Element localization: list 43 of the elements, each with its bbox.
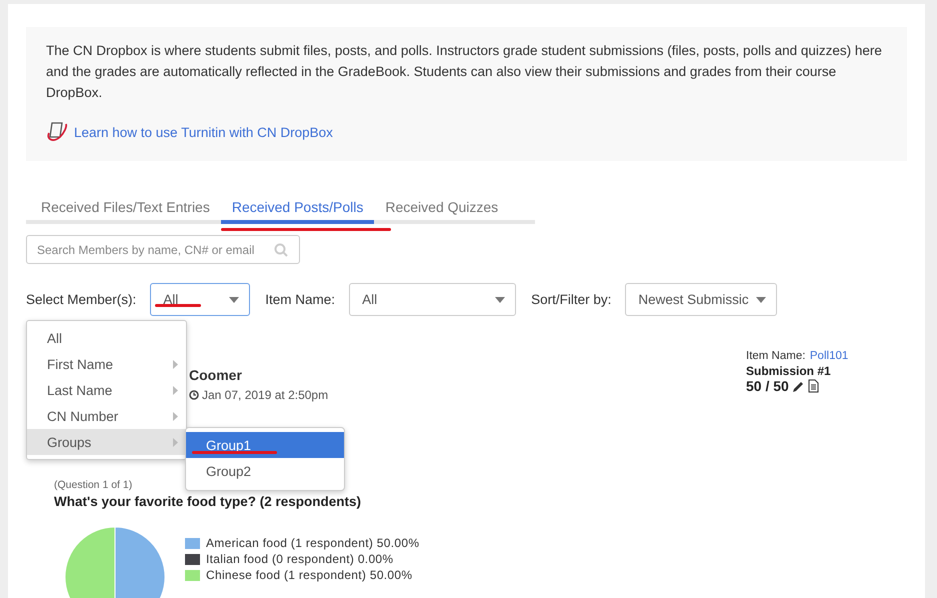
submenu-item[interactable]: Group1 — [186, 432, 344, 458]
search-icon — [274, 243, 288, 257]
submission-date: Jan 07, 2019 at 2:50pm — [202, 388, 328, 402]
question-title: What's your favorite food type? (2 respondents) — [54, 494, 362, 509]
menu-item[interactable]: First Name — [27, 351, 186, 377]
legend-label: Italian food (0 respondent) 0.00% — [206, 552, 394, 566]
filter-label: Sort/Filter by: — [531, 292, 612, 307]
member-name: Coomer — [189, 367, 243, 383]
legend-label: Chinese food (1 respondent) 50.00% — [206, 568, 412, 582]
pencil-icon[interactable] — [792, 380, 805, 392]
clock-icon — [189, 390, 199, 400]
question-counter: (Question 1 of 1) — [54, 479, 134, 491]
intro-text: The CN Dropbox is where students submit files, posts, and polls. Instructors grade student submissions (files, posts, polls and quizzes) here and the grades are automatically reflected in the GradeBook. Students can also view their submissions and grades from their course DropBox. — [46, 42, 883, 102]
caret-icon — [229, 296, 240, 302]
menu-item[interactable]: Last Name — [27, 377, 186, 403]
tab[interactable]: Received Posts/Polls — [220, 195, 374, 224]
turnitin-link[interactable]: Learn how to use Turnitin with CN DropBox — [74, 124, 333, 140]
caret-icon — [756, 296, 766, 302]
menu-item[interactable]: CN Number — [27, 403, 186, 429]
chevron-icon — [173, 386, 178, 394]
submission-number: Submission #1 — [746, 364, 832, 378]
filter-dropdown[interactable]: All — [150, 283, 250, 316]
chevron-icon — [173, 438, 178, 446]
filter-dropdown[interactable]: All — [349, 283, 516, 316]
underline-mark — [155, 304, 201, 307]
score: 50 / 50 — [746, 378, 789, 394]
search-field[interactable]: Search Members by name, CN# or email — [26, 235, 300, 264]
filter-dropdown[interactable]: Newest Submissic — [625, 283, 778, 316]
chevron-icon — [173, 360, 178, 368]
chevron-icon — [173, 412, 178, 420]
legend-label: American food (1 respondent) 50.00% — [206, 536, 420, 550]
menu-item[interactable]: All — [27, 325, 186, 351]
caret-icon — [495, 296, 506, 302]
item-name-link[interactable]: Poll101 — [810, 350, 848, 362]
submenu-item[interactable]: Group2 — [186, 458, 344, 484]
tab[interactable]: Received Quizzes — [374, 195, 510, 224]
turnitin-logo-icon — [46, 121, 70, 143]
document-icon[interactable] — [808, 379, 819, 393]
filter-label: Select Member(s): — [26, 292, 136, 307]
item-name-label: Item Name: — [746, 350, 806, 362]
tab[interactable]: Received Files/Text Entries — [30, 195, 221, 224]
filter-label: Item Name: — [265, 292, 336, 307]
menu-item[interactable]: Groups — [27, 429, 186, 455]
